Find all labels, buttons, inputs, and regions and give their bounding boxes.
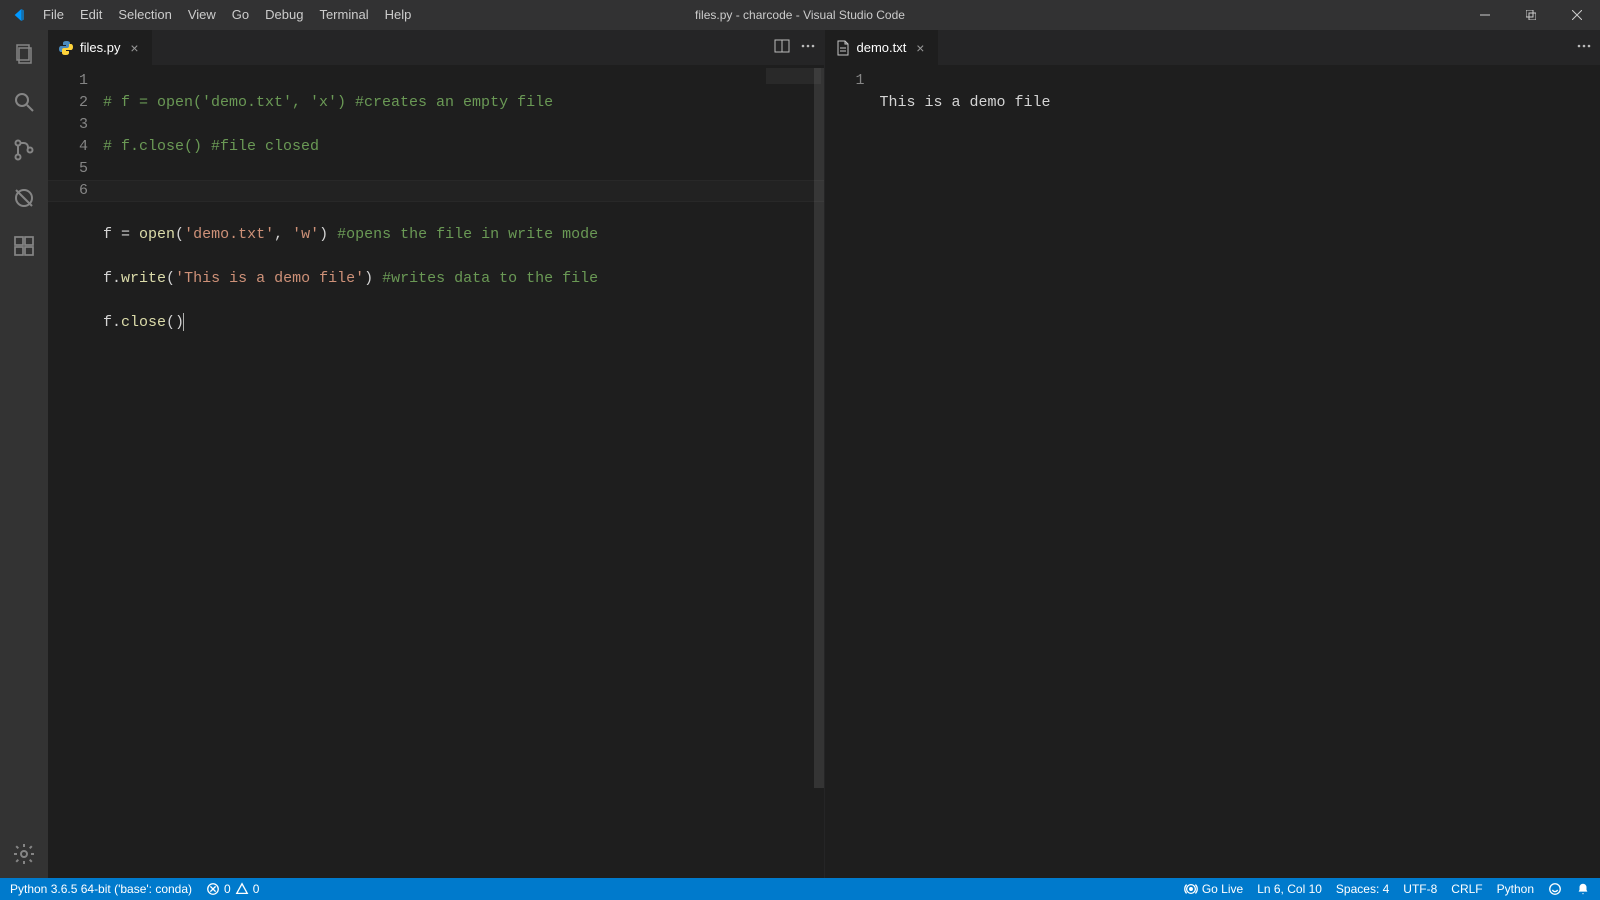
menu-selection[interactable]: Selection <box>110 0 179 30</box>
line-number-gutter: 1 2 3 4 5 6 <box>48 65 103 878</box>
tab-label: files.py <box>80 40 120 55</box>
tab-strip-left: files.py × <box>48 30 824 65</box>
activity-bar <box>0 30 48 878</box>
menu-view[interactable]: View <box>180 0 224 30</box>
close-icon[interactable]: × <box>126 40 142 56</box>
status-python-interpreter[interactable]: Python 3.6.5 64-bit ('base': conda) <box>10 882 192 896</box>
menu-help[interactable]: Help <box>377 0 420 30</box>
code-content[interactable]: This is a demo file <box>880 65 1600 878</box>
menu-go[interactable]: Go <box>224 0 257 30</box>
status-notifications-icon[interactable] <box>1576 882 1590 896</box>
status-encoding[interactable]: UTF-8 <box>1403 882 1437 896</box>
vscode-logo-icon <box>0 7 35 23</box>
status-go-live[interactable]: Go Live <box>1184 882 1243 896</box>
code-editor-left[interactable]: 1 2 3 4 5 6 # f = open('demo.txt', 'x') … <box>48 65 824 878</box>
line-number-gutter: 1 <box>825 65 880 878</box>
code-editor-right[interactable]: 1 This is a demo file <box>825 65 1600 878</box>
settings-gear-icon[interactable] <box>0 830 48 878</box>
status-bar: Python 3.6.5 64-bit ('base': conda) 0 0 … <box>0 878 1600 900</box>
status-eol[interactable]: CRLF <box>1451 882 1482 896</box>
split-editor-icon[interactable] <box>774 38 790 57</box>
close-button[interactable] <box>1554 0 1600 30</box>
maximize-button[interactable] <box>1508 0 1554 30</box>
tab-strip-right: demo.txt × <box>825 30 1600 65</box>
workbench: files.py × 1 2 3 4 5 6 <box>0 30 1600 878</box>
more-actions-icon[interactable] <box>800 38 816 57</box>
tab-demo-txt[interactable]: demo.txt × <box>825 30 940 65</box>
close-icon[interactable]: × <box>912 40 928 56</box>
menu-debug[interactable]: Debug <box>257 0 311 30</box>
editor-area: files.py × 1 2 3 4 5 6 <box>48 30 1600 878</box>
editor-group-right: demo.txt × 1 This is a demo file <box>825 30 1600 878</box>
status-indentation[interactable]: Spaces: 4 <box>1336 882 1389 896</box>
explorer-icon[interactable] <box>0 30 48 78</box>
title-bar: File Edit Selection View Go Debug Termin… <box>0 0 1600 30</box>
text-file-icon <box>835 40 851 56</box>
python-file-icon <box>58 40 74 56</box>
code-content[interactable]: # f = open('demo.txt', 'x') #creates an … <box>103 65 824 878</box>
debug-icon[interactable] <box>0 174 48 222</box>
tab-files-py[interactable]: files.py × <box>48 30 153 65</box>
menu-bar: File Edit Selection View Go Debug Termin… <box>35 0 419 30</box>
status-line-col[interactable]: Ln 6, Col 10 <box>1257 882 1322 896</box>
minimize-button[interactable] <box>1462 0 1508 30</box>
status-problems[interactable]: 0 0 <box>206 882 259 896</box>
more-actions-icon[interactable] <box>1576 38 1592 57</box>
menu-file[interactable]: File <box>35 0 72 30</box>
editor-group-left: files.py × 1 2 3 4 5 6 <box>48 30 825 878</box>
status-feedback-icon[interactable] <box>1548 882 1562 896</box>
menu-edit[interactable]: Edit <box>72 0 110 30</box>
status-language[interactable]: Python <box>1497 882 1534 896</box>
search-icon[interactable] <box>0 78 48 126</box>
menu-terminal[interactable]: Terminal <box>311 0 376 30</box>
extensions-icon[interactable] <box>0 222 48 270</box>
tab-label: demo.txt <box>857 40 907 55</box>
source-control-icon[interactable] <box>0 126 48 174</box>
scrollbar-thumb[interactable] <box>814 68 824 788</box>
minimap[interactable] <box>766 68 821 84</box>
